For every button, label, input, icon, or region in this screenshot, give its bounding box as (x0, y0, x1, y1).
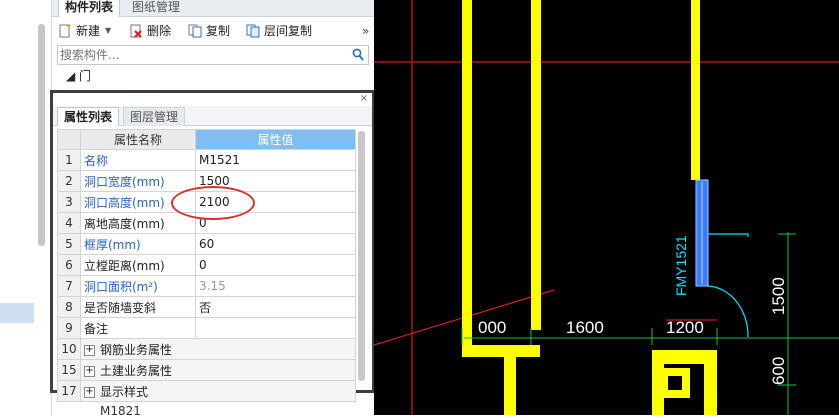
property-name: 离地高度(mm) (79, 212, 197, 234)
row-number: 2 (57, 170, 81, 192)
table-row-group[interactable]: 17 + 显示样式 (57, 380, 356, 402)
layer-copy-label: 层间复制 (264, 24, 313, 38)
tree-category-door[interactable]: ◢ 门 (66, 67, 91, 84)
table-row[interactable]: 4 离地高度(mm) 0 (57, 212, 356, 234)
expand-icon[interactable]: + (84, 386, 95, 398)
layer-copy-icon (246, 24, 260, 38)
dimension-text: 000 (478, 318, 506, 337)
property-name: 框厚(mm) (79, 233, 197, 255)
tab-component-list[interactable]: 构件列表 (58, 0, 121, 17)
property-name: 是否随墙变斜 (79, 296, 197, 318)
door-label: FMY1521 (673, 235, 689, 296)
group-label: 显示样式 (100, 384, 149, 399)
copy-label: 复制 (206, 24, 231, 38)
row-number: 6 (57, 254, 81, 276)
layer-copy-button[interactable]: 层间复制 (246, 22, 312, 40)
left-selected-item[interactable] (0, 303, 34, 323)
delete-label: 删除 (147, 24, 172, 38)
delete-icon (130, 24, 142, 38)
delete-button[interactable]: 删除 (129, 22, 171, 40)
property-scrollbar[interactable] (358, 131, 365, 381)
row-number: 4 (57, 212, 81, 234)
expand-icon[interactable]: + (84, 365, 95, 377)
property-table: 属性名称 属性值 1 名称 M1521 2 洞口宽度(mm) 1500 3 洞口… (57, 129, 356, 402)
property-name: 洞口面积(m²) (79, 275, 197, 297)
table-row[interactable]: 1 名称 M1521 (57, 149, 356, 171)
table-row[interactable]: 7 洞口面积(m²) 3.15 (57, 275, 356, 297)
search-input[interactable] (60, 47, 350, 63)
table-header-row: 属性名称 属性值 (57, 129, 356, 150)
property-name: 洞口高度(mm) (79, 191, 197, 213)
search-icon[interactable] (352, 48, 364, 62)
property-value-header[interactable]: 属性值 (195, 129, 356, 150)
new-button[interactable]: 新建 ▼ (58, 22, 111, 40)
row-number: 15 (57, 359, 81, 381)
row-number: 8 (57, 296, 81, 318)
property-value[interactable]: 0 (195, 212, 356, 234)
dimension-text: 1500 (769, 277, 788, 315)
row-number: 5 (57, 233, 81, 255)
property-value[interactable] (195, 317, 356, 339)
dimension-text: 600 (769, 357, 788, 385)
new-icon (59, 24, 71, 38)
group-label: 土建业务属性 (100, 363, 173, 378)
copy-icon (188, 24, 202, 38)
table-row[interactable]: 8 是否随墙变斜 否 (57, 296, 356, 318)
group-label: 钢筋业务属性 (100, 342, 173, 357)
row-number-header (57, 129, 81, 150)
row-number: 10 (57, 338, 81, 360)
property-name-header[interactable]: 属性名称 (79, 129, 197, 150)
row-number: 9 (57, 317, 81, 339)
property-value[interactable]: 1500 (195, 170, 356, 192)
table-row-group[interactable]: 10 + 钢筋业务属性 (57, 338, 356, 360)
dimension-text: 1200 (666, 318, 704, 337)
group-row[interactable]: + 显示样式 (80, 380, 356, 402)
property-name: 立樘距离(mm) (79, 254, 197, 276)
tab-layer-manager[interactable]: 图层管理 (123, 107, 186, 126)
new-label: 新建 (76, 24, 101, 38)
property-value[interactable]: 否 (195, 296, 356, 318)
expand-icon[interactable]: + (84, 344, 95, 356)
tab-property-list[interactable]: 属性列表 (57, 107, 120, 126)
left-nav-strip (0, 0, 52, 415)
table-row[interactable]: 3 洞口高度(mm) 2100 (57, 191, 356, 213)
table-row[interactable]: 9 备注 (57, 317, 356, 339)
component-tabs: 构件列表 图纸管理 (52, 0, 374, 17)
property-value[interactable]: M1521 (195, 149, 356, 171)
property-value[interactable]: 60 (195, 233, 356, 255)
copy-button[interactable]: 复制 (188, 22, 230, 40)
row-number: 1 (57, 149, 81, 171)
property-name: 名称 (79, 149, 197, 171)
dimension-text: 1600 (566, 318, 604, 337)
toolbar-overflow-button[interactable]: » (362, 22, 369, 40)
table-row[interactable]: 2 洞口宽度(mm) 1500 (57, 170, 356, 192)
row-number: 7 (57, 275, 81, 297)
property-value[interactable]: 0 (195, 254, 356, 276)
property-value[interactable]: 2100 (195, 191, 356, 213)
cad-canvas[interactable]: 000 1600 1200 1500 600 FMY1521 (374, 0, 839, 415)
tree-item-m1821[interactable]: M1821 (100, 404, 141, 418)
table-row[interactable]: 6 立樘距离(mm) 0 (57, 254, 356, 276)
property-value: 3.15 (195, 275, 356, 297)
dropdown-arrow-icon[interactable]: ▼ (105, 22, 111, 40)
property-name: 洞口宽度(mm) (79, 170, 197, 192)
property-panel: × 属性列表 图层管理 属性名称 属性值 1 名称 M1521 2 洞口宽度(m… (50, 90, 375, 402)
row-number: 3 (57, 191, 81, 213)
property-name: 备注 (79, 317, 197, 339)
row-number: 17 (57, 380, 81, 402)
close-icon[interactable]: × (360, 93, 368, 104)
search-box (57, 45, 369, 65)
group-row[interactable]: + 土建业务属性 (80, 359, 356, 381)
tab-drawing-manager[interactable]: 图纸管理 (126, 0, 186, 17)
group-row[interactable]: + 钢筋业务属性 (80, 338, 356, 360)
table-row[interactable]: 5 框厚(mm) 60 (57, 233, 356, 255)
property-tabs: 属性列表 图层管理 (53, 106, 372, 126)
left-scrollbar[interactable] (38, 24, 45, 246)
table-row-group[interactable]: 15 + 土建业务属性 (57, 359, 356, 381)
component-toolbar: 新建 ▼ 删除 复制 层间复制 » (52, 19, 374, 43)
